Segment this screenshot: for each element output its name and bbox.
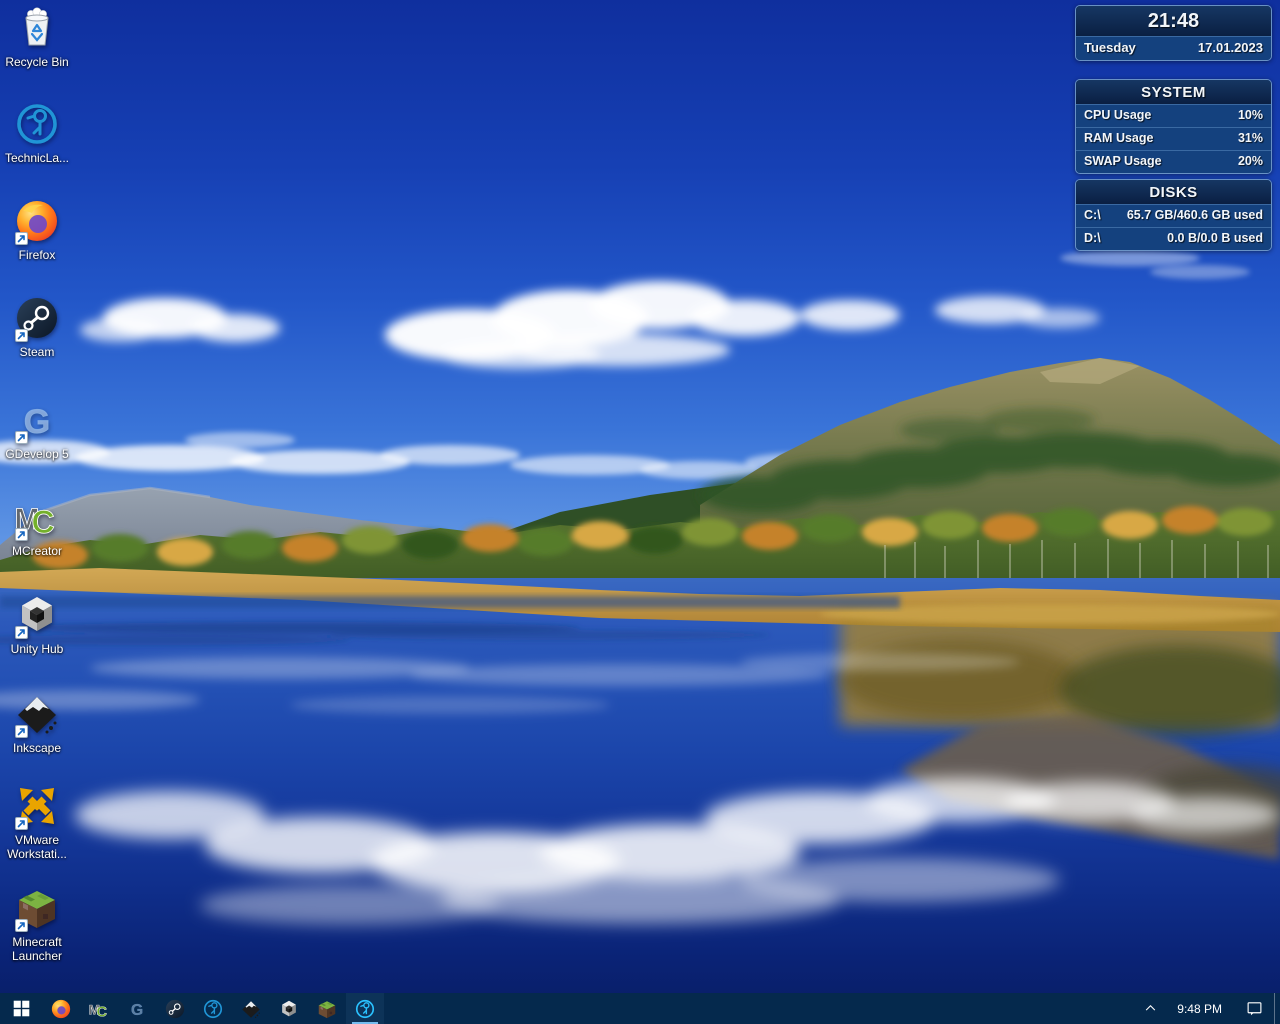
taskbar-technic-launcher-active-button[interactable] (346, 993, 384, 1024)
minecraft-icon (316, 998, 338, 1020)
shortcut-arrow-icon (15, 528, 28, 541)
shortcut-arrow-icon (15, 626, 28, 639)
start-button[interactable] (0, 993, 42, 1024)
shortcut-arrow-icon (15, 329, 28, 342)
system-monitor-widget: 21:48 Tuesday 17.01.2023 SYSTEM CPU Usag… (1075, 5, 1272, 251)
desktop-icon-label: Unity Hub (1, 642, 73, 656)
desktop-icon-vmware-workstation[interactable]: VMware Workstati... (1, 782, 73, 861)
shortcut-arrow-icon (15, 919, 28, 932)
cpu-usage-value: 10% (1238, 108, 1263, 122)
desktop-icon-mcreator[interactable]: MCreator (1, 493, 73, 558)
chevron-up-icon (1144, 1002, 1157, 1015)
disk-d-value: 0.0 B/0.0 B used (1167, 231, 1263, 245)
clock-day: Tuesday (1084, 40, 1136, 55)
tray-chevron-button[interactable] (1135, 993, 1165, 1024)
shortcut-arrow-icon (15, 817, 28, 830)
swap-usage-value: 20% (1238, 154, 1263, 168)
tray-clock[interactable]: 9:48 PM (1165, 993, 1234, 1024)
desktop-icon-steam[interactable]: Steam (1, 294, 73, 359)
inkscape-icon (240, 998, 262, 1020)
system-panel-title: SYSTEM (1076, 80, 1271, 104)
shortcut-arrow-icon (15, 232, 28, 245)
desktop-icon-label: Minecraft Launcher (1, 935, 73, 963)
clock-panel: 21:48 Tuesday 17.01.2023 (1075, 5, 1272, 61)
swap-usage-row: SWAP Usage 20% (1076, 150, 1271, 173)
desktop-icon-inkscape[interactable]: Inkscape (1, 690, 73, 755)
disk-d-label: D:\ (1084, 231, 1101, 245)
desktop-icon-label: Firefox (1, 248, 73, 262)
recycle-bin-icon (13, 4, 61, 52)
shortcut-arrow-icon (15, 725, 28, 738)
taskbar-minecraft-button[interactable] (308, 993, 346, 1024)
technic-launcher-icon (13, 100, 61, 148)
desktop-icon-firefox[interactable]: Firefox (1, 197, 73, 262)
clock-time: 21:48 (1076, 6, 1271, 36)
taskbar-inkscape-button[interactable] (232, 993, 270, 1024)
desktop-icon-gdevelop[interactable]: GDevelop 5 (1, 396, 73, 461)
action-center-button[interactable] (1234, 993, 1274, 1024)
taskbar: 9:48 PM (0, 993, 1280, 1024)
desktop-icon-label: TechnicLa... (1, 151, 73, 165)
taskbar-mcreator-button[interactable] (80, 993, 118, 1024)
desktop-icon-label: MCreator (1, 544, 73, 558)
cpu-usage-label: CPU Usage (1084, 108, 1151, 122)
desktop-icon-label: GDevelop 5 (1, 447, 73, 461)
disk-d-row: D:\ 0.0 B/0.0 B used (1076, 227, 1271, 250)
taskbar-firefox-button[interactable] (42, 993, 80, 1024)
gdevelop-icon (126, 998, 148, 1020)
technic-launcher-icon (202, 998, 224, 1020)
windows-logo-icon (13, 1000, 30, 1017)
disk-c-row: C:\ 65.7 GB/460.6 GB used (1076, 204, 1271, 227)
desktop-icon-label: Recycle Bin (1, 55, 73, 69)
steam-icon (164, 998, 186, 1020)
desktop-icon-recycle-bin[interactable]: Recycle Bin (1, 4, 73, 69)
action-center-icon (1246, 1000, 1263, 1017)
disk-c-value: 65.7 GB/460.6 GB used (1127, 208, 1263, 222)
desktop-icon-technic-launcher[interactable]: TechnicLa... (1, 100, 73, 165)
mcreator-icon (88, 998, 110, 1020)
disks-panel: DISKS C:\ 65.7 GB/460.6 GB used D:\ 0.0 … (1075, 179, 1272, 251)
show-desktop-button[interactable] (1274, 993, 1280, 1024)
desktop-icon-label: Inkscape (1, 741, 73, 755)
desktop-screen: G M C (0, 0, 1280, 1024)
firefox-icon (50, 998, 72, 1020)
desktop-icon-label: VMware Workstati... (1, 833, 73, 861)
taskbar-unity-hub-button[interactable] (270, 993, 308, 1024)
taskbar-gdevelop-button[interactable] (118, 993, 156, 1024)
system-panel: SYSTEM CPU Usage 10% RAM Usage 31% SWAP … (1075, 79, 1272, 174)
desktop-icon-label: Steam (1, 345, 73, 359)
ram-usage-value: 31% (1238, 131, 1263, 145)
ram-usage-row: RAM Usage 31% (1076, 127, 1271, 150)
desktop-icon-minecraft-launcher[interactable]: Minecraft Launcher (1, 884, 73, 963)
unity-hub-icon (278, 998, 300, 1020)
cpu-usage-row: CPU Usage 10% (1076, 104, 1271, 127)
desktop-icon-unity-hub[interactable]: Unity Hub (1, 591, 73, 656)
disks-panel-title: DISKS (1076, 180, 1271, 204)
taskbar-steam-button[interactable] (156, 993, 194, 1024)
taskbar-technic-launcher-button[interactable] (194, 993, 232, 1024)
ram-usage-label: RAM Usage (1084, 131, 1153, 145)
swap-usage-label: SWAP Usage (1084, 154, 1162, 168)
shortcut-arrow-icon (15, 431, 28, 444)
technic-launcher-icon (354, 998, 376, 1020)
clock-date: 17.01.2023 (1198, 40, 1263, 55)
system-tray: 9:48 PM (1135, 993, 1280, 1024)
disk-c-label: C:\ (1084, 208, 1101, 222)
